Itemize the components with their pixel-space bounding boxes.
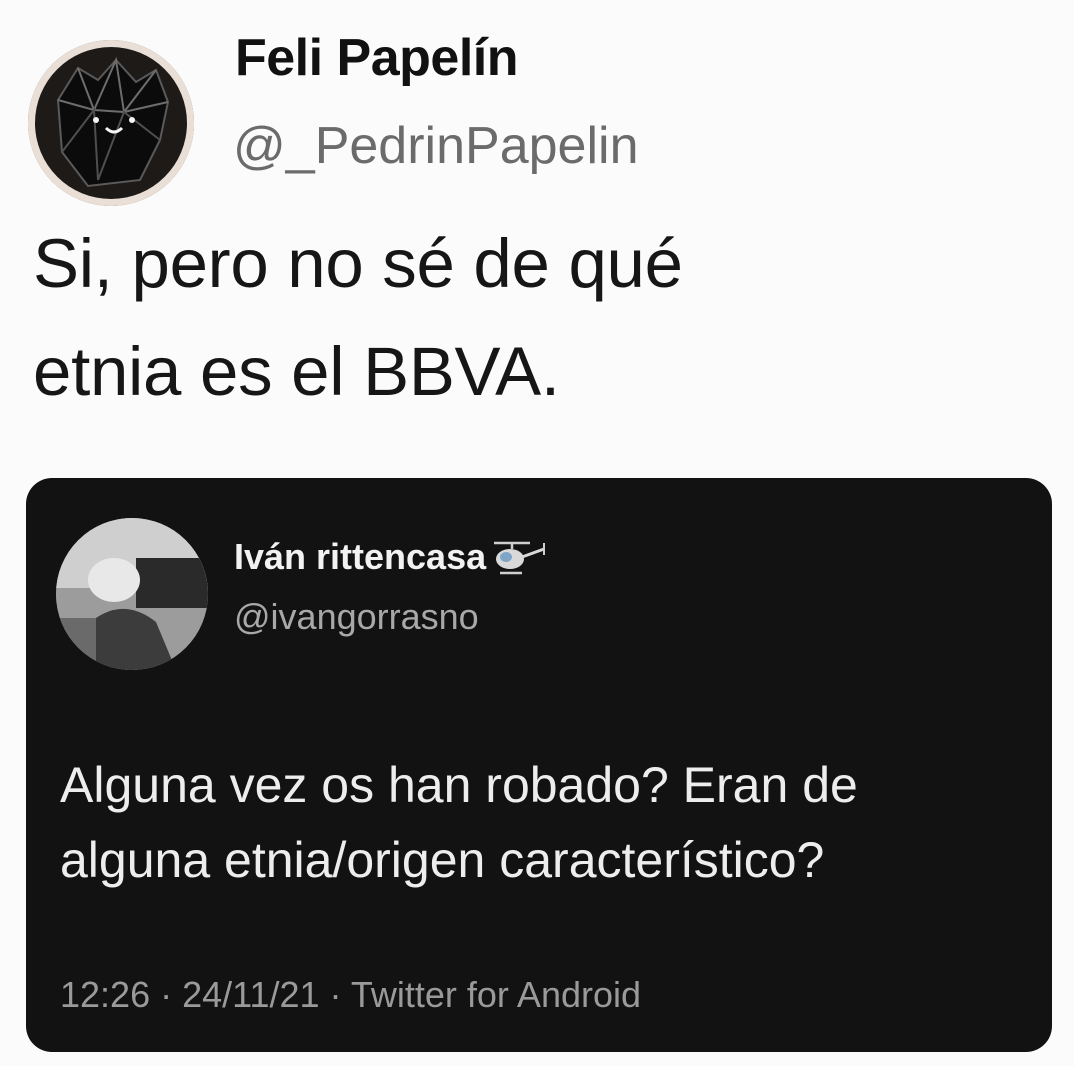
- grayscale-photo-avatar-icon: [56, 518, 208, 670]
- quoted-tweet-line: Alguna vez os han robado? Eran de: [60, 757, 858, 813]
- quoted-display-name[interactable]: Iván rittencasa: [234, 536, 486, 578]
- quoted-handle[interactable]: @ivangorrasno: [234, 596, 479, 638]
- screenshot-page: Feli Papelín @_PedrinPapelin Si, pero no…: [0, 0, 1074, 1066]
- outer-display-name[interactable]: Feli Papelín: [235, 28, 518, 88]
- outer-tweet-header: Feli Papelín @_PedrinPapelin: [28, 22, 928, 206]
- quoted-name-row: Iván rittencasa: [234, 536, 548, 578]
- helicopter-icon: [490, 537, 548, 577]
- outer-tweet-line: etnia es el BBVA.: [33, 333, 560, 410]
- outer-tweet-text: Si, pero no sé de qué etnia es el BBVA.: [33, 210, 1033, 426]
- outer-avatar[interactable]: [28, 40, 194, 206]
- quoted-avatar[interactable]: [56, 518, 208, 670]
- dark-crystal-creature-avatar-icon: [28, 40, 194, 206]
- outer-tweet-line: Si, pero no sé de qué: [33, 225, 683, 302]
- quoted-tweet-timestamp[interactable]: 12:26 · 24/11/21 · Twitter for Android: [60, 974, 641, 1016]
- quoted-tweet-text: Alguna vez os han robado? Eran de alguna…: [60, 748, 1040, 898]
- quoted-tweet-card[interactable]: Iván rittencasa @ivangorrasno Alguna vez…: [26, 478, 1052, 1052]
- outer-handle[interactable]: @_PedrinPapelin: [233, 116, 639, 176]
- quoted-tweet-line: alguna etnia/origen característico?: [60, 832, 825, 888]
